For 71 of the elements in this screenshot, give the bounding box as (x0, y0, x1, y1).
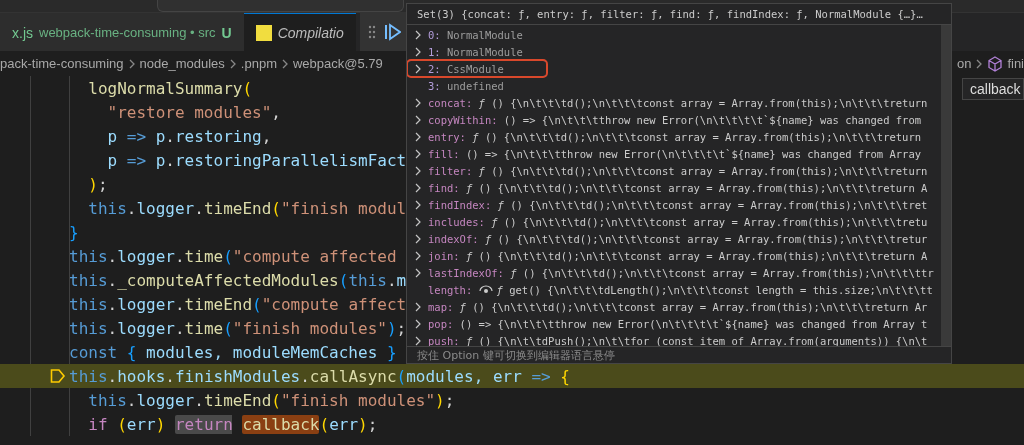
chevron-right-icon (414, 233, 422, 244)
chevron-right-icon (281, 57, 289, 70)
code-line: logNormalSummary( (87, 78, 253, 98)
variable-row[interactable]: copyWithin: () => {\n\t\t\tthrow new Error(\n\t\t\t\t`${name} was changed from (407, 111, 951, 128)
variable-row[interactable]: concat: ƒ () {\n\t\t\td();\n\t\t\tconst array = Array.from(this);\n\t\t\treturn (407, 94, 951, 111)
drag-handle-icon[interactable] (367, 24, 376, 40)
chevron-right-icon (414, 148, 422, 159)
javascript-file-icon (255, 24, 272, 41)
variable-row[interactable]: map: ƒ () {\n\t\t\td();\n\t\t\tconst array = Array.from(this);\n\t\t\treturn Ar (407, 298, 951, 315)
chevron-right-icon (414, 114, 422, 125)
variable-row[interactable]: 1: NormalModule (407, 43, 951, 60)
code-line: this._computeAffectedModules(this.m (69, 270, 407, 290)
chevron-right-icon (414, 318, 422, 329)
chevron-right-icon (414, 199, 422, 210)
variable-row[interactable]: 2: CssModule (407, 60, 547, 77)
variable-row[interactable]: 3: undefined (407, 77, 951, 94)
code-line: p => p.restoring, (106, 126, 272, 146)
variable-row[interactable]: pop: () => {\n\t\t\tthrow new Error(\n\t\t\t\t`${name} was changed from Array t (407, 315, 951, 332)
chevron-right-icon (127, 57, 136, 70)
chevron-right-icon (414, 335, 422, 346)
variable-row[interactable]: entry: ƒ () {\n\t\t\td();\n\t\t\tconst array = Array.from(this);\n\t\t\treturn (407, 128, 951, 145)
variable-row[interactable]: findIndex: ƒ () {\n\t\t\td();\n\t\t\tconst array = Array.from(this);\n\t\t\tret (407, 196, 951, 213)
chevron-right-icon (414, 46, 422, 57)
chevron-right-icon (975, 57, 984, 70)
chevron-right-icon (414, 267, 422, 278)
chevron-right-icon (414, 216, 422, 227)
breadcrumb-item[interactable]: on (956, 56, 972, 71)
code-line: this.logger.timeEnd("finish modul (87, 198, 407, 218)
breadcrumb-item[interactable]: fini (1007, 56, 1024, 71)
code-line: ); (87, 174, 108, 194)
editor-tab[interactable]: x.js webpack-time-consuming • src U (0, 13, 244, 51)
code-line: this.logger.time("compute affected (69, 246, 397, 266)
variable-row[interactable]: join: ƒ () {\n\t\t\td();\n\t\t\tconst array = Array.from(this);\n\t\t\treturn A (407, 247, 951, 264)
variable-row[interactable]: length: ƒ get() {\n\t\t\tdLength();\n\t\t\tconst length = this.size;\n\t\t\tt (407, 281, 951, 298)
code-line: "restore modules", (106, 102, 281, 122)
chevron-right-icon (414, 97, 422, 108)
code-line: if (err) return callback(err); (87, 414, 378, 434)
hover-hint: 按住 Option 键可切换到编辑器语言悬停 (407, 346, 951, 363)
code-line: const { modules, moduleMemCaches } (69, 342, 397, 362)
eye-icon (478, 283, 493, 294)
chevron-right-icon (414, 301, 422, 312)
cube-icon (987, 55, 1004, 72)
variable-row[interactable]: includes: ƒ () {\n\t\t\td();\n\t\t\tconst array = Array.from(this);\n\t\t\tretu (407, 213, 951, 230)
chevron-right-icon (414, 29, 422, 40)
code-line: this.logger.time("finish modules"); (69, 318, 407, 338)
breadcrumb-item[interactable]: webpack@5.79 (293, 56, 383, 71)
variable-row[interactable]: indexOf: ƒ () {\n\t\t\td();\n\t\t\tconst array = Array.from(this);\n\t\t\tretur (407, 230, 951, 247)
code-line: this.hooks.finishModules.callAsync(modules, err => { (69, 366, 570, 386)
chevron-right-icon (414, 131, 422, 142)
variable-row[interactable]: fill: () => {\n\t\t\tthrow new Error(\n\t\t\t\t`${name} was changed from Array (407, 145, 951, 162)
breadcrumb-item[interactable]: node_modules (139, 56, 225, 71)
variable-row[interactable]: lastIndexOf: ƒ () {\n\t\t\td();\n\t\t\tconst array = Array.from(this);\n\t\t\ttr (407, 264, 951, 281)
variable-row[interactable]: push: ƒ () {\n\t\tdPush();\n\t\tfor (const item of Array.from(arguments)) {\n\t (407, 332, 951, 346)
breadcrumb-item[interactable]: .pnpm (240, 56, 277, 71)
breadcrumb-item[interactable]: pack-time-consuming (0, 56, 124, 71)
code-line: } (69, 222, 79, 242)
code-line: p => p.restoringParallelismFact (106, 150, 407, 170)
continue-icon[interactable] (383, 23, 401, 41)
chevron-right-icon (228, 57, 237, 70)
variable-row[interactable]: find: ƒ () {\n\t\t\td();\n\t\t\tconst array = Array.from(this);\n\t\t\treturn A (407, 179, 951, 196)
variable-row[interactable]: 0: NormalModule (407, 26, 951, 43)
variable-row[interactable]: filter: ƒ () {\n\t\t\td();\n\t\t\tconst array = Array.from(this);\n\t\t\treturn (407, 162, 951, 179)
code-line: this.logger.timeEnd("compute affect (69, 294, 407, 314)
scrollbar[interactable] (941, 25, 951, 346)
chevron-right-icon (414, 250, 422, 261)
hover-header: Set(3) {concat: ƒ, entry: ƒ, filter: ƒ, find: ƒ, findIndex: ƒ, NormalModule {…}… (407, 4, 951, 25)
editor-tab[interactable]: Compilatio (243, 13, 356, 51)
code-line: this.logger.timeEnd("finish modules"); (87, 390, 455, 410)
chevron-right-icon (414, 165, 422, 176)
chevron-right-icon (414, 182, 422, 193)
chevron-right-icon (414, 63, 422, 74)
